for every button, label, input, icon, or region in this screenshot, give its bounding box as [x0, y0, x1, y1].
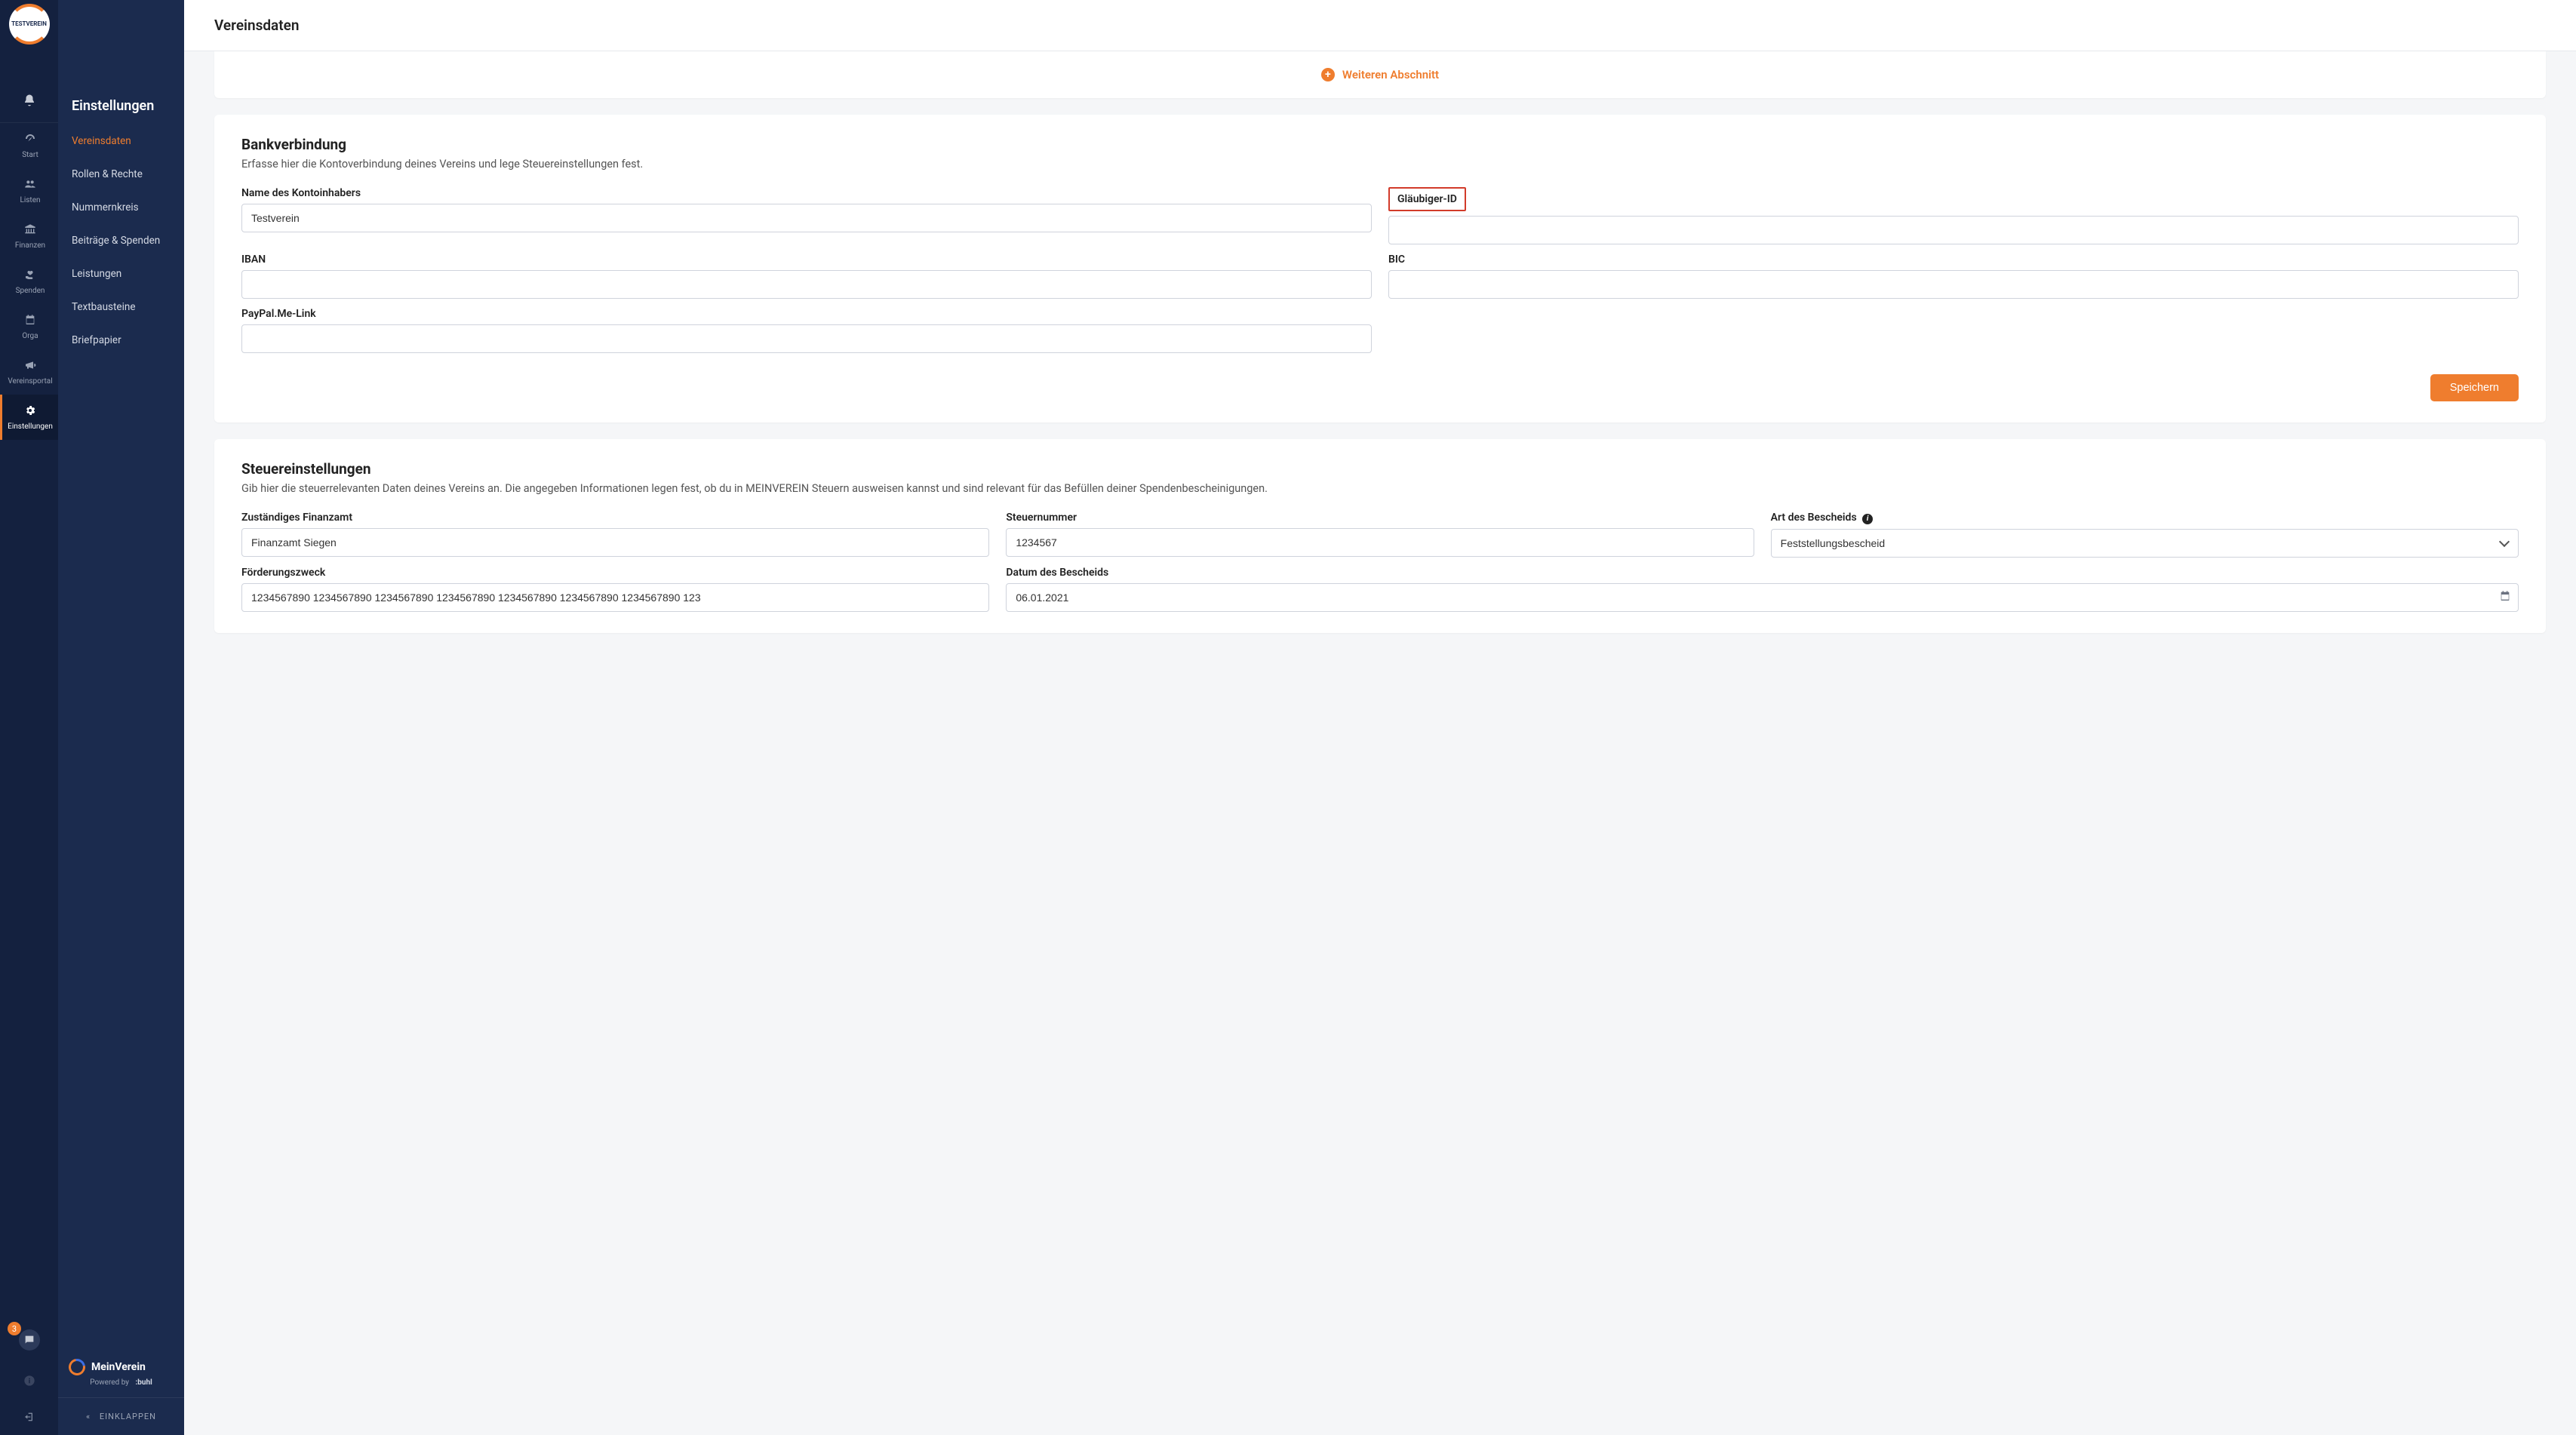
powered-by-brand: :buhl: [135, 1378, 152, 1387]
bank-icon: [24, 223, 36, 238]
rail-item-vereinsportal[interactable]: Vereinsportal: [0, 349, 58, 395]
field-tax-number: Steuernummer: [1006, 512, 1754, 558]
input-account-holder[interactable]: [241, 204, 1372, 232]
bank-title: Bankverbindung: [241, 136, 2519, 153]
rail-item-label: Finanzen: [15, 241, 45, 250]
rail-notifications[interactable]: [0, 78, 58, 123]
calendar-icon: [24, 314, 36, 329]
rail-item-einstellungen[interactable]: Einstellungen: [0, 395, 58, 440]
sidebar-title: Einstellungen: [58, 98, 184, 124]
powered-by-prefix: Powered by: [90, 1378, 129, 1387]
chat-count-badge: 3: [8, 1322, 21, 1335]
label-creditor-id: Gläubiger-ID: [1388, 187, 1466, 211]
label-paypal: PayPal.Me-Link: [241, 308, 1372, 320]
input-tax-number[interactable]: [1006, 528, 1754, 557]
dashboard-icon: [24, 133, 36, 148]
label-bic: BIC: [1388, 254, 2519, 266]
brand-swirl-icon: [66, 1356, 89, 1379]
rail-item-label: Vereinsportal: [8, 377, 52, 386]
brand-name: MeinVerein: [91, 1361, 146, 1373]
field-decision-type: Art des Bescheids i Feststellungsbeschei…: [1771, 512, 2519, 558]
info-icon[interactable]: i: [1862, 514, 1873, 524]
field-paypal: PayPal.Me-Link: [241, 308, 1372, 353]
sidebar-item-nummernkreis[interactable]: Nummernkreis: [58, 191, 184, 224]
page-content: + Weiteren Abschnitt Bankverbindung Erfa…: [184, 51, 2576, 663]
bell-icon: [23, 94, 36, 107]
field-iban: IBAN: [241, 254, 1372, 299]
chevrons-left-icon: «: [86, 1412, 91, 1421]
chat-icon: [19, 1329, 40, 1350]
tax-title: Steuereinstellungen: [241, 460, 2519, 478]
input-bic[interactable]: [1388, 270, 2519, 299]
sidebar-item-vereinsdaten[interactable]: Vereinsdaten: [58, 124, 184, 158]
rail-chat[interactable]: 3: [0, 1317, 58, 1363]
gear-icon: [24, 404, 36, 419]
rail-item-label: Listen: [20, 196, 40, 204]
org-logo[interactable]: TESTVEREIN: [0, 0, 58, 48]
main-area: Vereinsdaten + Weiteren Abschnitt Bankve…: [184, 0, 2576, 1435]
sidebar-item-rollen-rechte[interactable]: Rollen & Rechte: [58, 158, 184, 191]
sidebar-item-leistungen[interactable]: Leistungen: [58, 257, 184, 290]
input-decision-date[interactable]: [1006, 583, 2519, 612]
page-title: Vereinsdaten: [184, 0, 2576, 51]
field-creditor-id: Gläubiger-ID: [1388, 187, 2519, 244]
plus-circle-icon: +: [1321, 68, 1335, 81]
rail-item-label: Orga: [22, 332, 38, 340]
rail-item-label: Start: [22, 151, 38, 159]
field-account-holder: Name des Kontoinhabers: [241, 187, 1372, 244]
sidebar-collapse[interactable]: « EINKLAPPEN: [58, 1397, 184, 1435]
rail-item-orga[interactable]: Orga: [0, 304, 58, 349]
save-button[interactable]: Speichern: [2430, 374, 2519, 401]
rail-info[interactable]: [0, 1363, 58, 1399]
bank-subtitle: Erfasse hier die Kontoverbindung deines …: [241, 158, 2519, 171]
rail-logout[interactable]: [0, 1399, 58, 1435]
settings-sidebar: Einstellungen Vereinsdaten Rollen & Rech…: [58, 0, 184, 1435]
add-section-button[interactable]: + Weiteren Abschnitt: [214, 68, 2546, 81]
input-paypal[interactable]: [241, 324, 1372, 353]
input-iban[interactable]: [241, 270, 1372, 299]
field-tax-office: Zuständiges Finanzamt: [241, 512, 989, 558]
users-icon: [24, 178, 36, 193]
select-decision-type[interactable]: Feststellungsbescheid: [1771, 529, 2519, 558]
app-root: TESTVEREIN Start Listen Finanzen: [0, 0, 2576, 1435]
sidebar-item-briefpapier[interactable]: Briefpapier: [58, 324, 184, 357]
input-purpose[interactable]: [241, 583, 989, 612]
rail-item-label: Einstellungen: [8, 423, 53, 431]
calendar-icon[interactable]: [2499, 590, 2511, 605]
field-bic: BIC: [1388, 254, 2519, 299]
input-creditor-id[interactable]: [1388, 216, 2519, 244]
rail-item-finanzen[interactable]: Finanzen: [0, 214, 58, 259]
label-account-holder: Name des Kontoinhabers: [241, 187, 1372, 199]
card-steuereinstellungen: Steuereinstellungen Gib hier die steuerr…: [214, 439, 2546, 633]
rail-item-listen[interactable]: Listen: [0, 168, 58, 214]
info-icon: [23, 1375, 35, 1387]
sidebar-item-textbausteine[interactable]: Textbausteine: [58, 290, 184, 324]
sidebar-collapse-label: EINKLAPPEN: [100, 1412, 156, 1421]
label-tax-number: Steuernummer: [1006, 512, 1754, 524]
card-bankverbindung: Bankverbindung Erfasse hier die Kontover…: [214, 115, 2546, 423]
sidebar-brand: MeinVerein Powered by :buhl: [58, 1359, 184, 1397]
label-tax-office: Zuständiges Finanzamt: [241, 512, 989, 524]
tax-subtitle: Gib hier die steuerrelevanten Daten dein…: [241, 482, 2519, 495]
rail-item-label: Spenden: [16, 287, 45, 295]
field-decision-date: Datum des Bescheids: [1006, 567, 2519, 612]
rail-item-start[interactable]: Start: [0, 123, 58, 168]
field-purpose: Förderungszweck: [241, 567, 989, 612]
label-decision-date: Datum des Bescheids: [1006, 567, 2519, 579]
heart-hand-icon: [24, 269, 36, 284]
input-tax-office[interactable]: [241, 528, 989, 557]
label-iban: IBAN: [241, 254, 1372, 266]
label-purpose: Förderungszweck: [241, 567, 989, 579]
megaphone-icon: [24, 359, 36, 374]
logout-icon: [23, 1411, 35, 1423]
add-section-label: Weiteren Abschnitt: [1342, 68, 1439, 81]
label-decision-type: Art des Bescheids i: [1771, 512, 2519, 524]
sidebar-item-beitraege-spenden[interactable]: Beiträge & Spenden: [58, 224, 184, 257]
org-logo-disc: TESTVEREIN: [9, 4, 50, 45]
icon-rail: TESTVEREIN Start Listen Finanzen: [0, 0, 58, 1435]
rail-spacer: [0, 440, 58, 1317]
rail-item-spenden[interactable]: Spenden: [0, 259, 58, 304]
card-add-section: + Weiteren Abschnitt: [214, 51, 2546, 98]
